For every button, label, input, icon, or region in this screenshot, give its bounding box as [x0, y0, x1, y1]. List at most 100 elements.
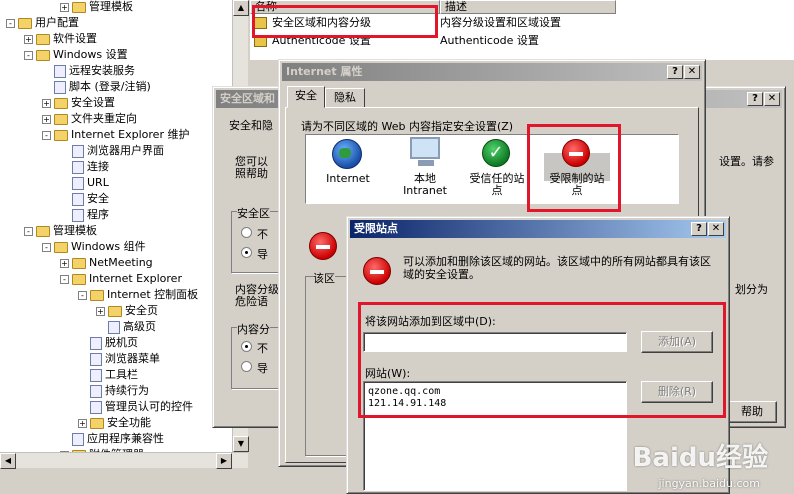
- help-title-button[interactable]: ?: [747, 92, 763, 106]
- tree-item[interactable]: + NetMeeting: [60, 255, 153, 271]
- policy-list[interactable]: 名称 描述 安全区域和内容分级 内容分级设置和区域设置 Authenticode…: [250, 0, 794, 60]
- zone-label-restricted[interactable]: 受限制的站 点: [544, 173, 610, 197]
- list-item[interactable]: Authenticode 设置: [254, 33, 371, 49]
- tree-item[interactable]: - 管理模板: [24, 223, 97, 239]
- tree-item-label: 管理模板: [89, 0, 133, 13]
- tree-item[interactable]: 连接: [60, 159, 109, 175]
- tree-item[interactable]: - Internet Explorer 维护: [42, 127, 189, 143]
- list-item-desc: 内容分级设置和区域设置: [440, 16, 561, 29]
- list-item-desc: Authenticode 设置: [440, 34, 539, 47]
- zone-label-internet[interactable]: Internet: [312, 173, 384, 185]
- radio-label: 导: [257, 362, 268, 375]
- close-icon[interactable]: ✕: [708, 222, 724, 236]
- tree-item-label: 程序: [87, 208, 109, 221]
- expand-icon[interactable]: +: [96, 306, 105, 316]
- expand-icon[interactable]: +: [60, 258, 69, 268]
- tree-item[interactable]: URL: [60, 175, 109, 191]
- folder-icon: [54, 129, 68, 141]
- collapse-icon[interactable]: -: [24, 226, 33, 236]
- tree-horizontal-scrollbar[interactable]: ◀ ▶: [0, 452, 248, 469]
- list-item[interactable]: 安全区域和内容分级: [254, 15, 371, 31]
- tree-item-label: Internet Explorer 维护: [71, 128, 190, 141]
- radio-option[interactable]: [241, 247, 252, 258]
- scroll-down-button[interactable]: ▼: [233, 436, 249, 452]
- tree-item[interactable]: - Internet 控制面板: [78, 287, 198, 303]
- collapse-icon[interactable]: -: [42, 130, 51, 140]
- list-header-name[interactable]: 名称: [250, 0, 440, 14]
- tree-item[interactable]: 浏览器用户界面: [60, 143, 164, 159]
- tree-item[interactable]: + 安全设置: [42, 95, 115, 111]
- list-item-name: 安全区域和内容分级: [272, 16, 371, 29]
- help-title-button[interactable]: ?: [691, 222, 707, 236]
- tree-item[interactable]: + 安全页: [96, 303, 158, 319]
- help-title-button[interactable]: ?: [667, 65, 683, 79]
- tree-item-label: Internet 控制面板: [107, 288, 199, 301]
- radio-option[interactable]: [241, 227, 252, 238]
- tab-security[interactable]: 安全: [287, 86, 325, 108]
- close-icon[interactable]: ✕: [764, 92, 780, 106]
- tree-item[interactable]: + 管理模板: [60, 0, 133, 15]
- list-item[interactable]: qzone.qq.com: [368, 386, 440, 397]
- expand-icon[interactable]: +: [24, 34, 33, 44]
- zone-list[interactable]: Internet 本地 Intranet ✓ 受信任的站 点 受限制的站 点: [305, 134, 679, 204]
- tree-item[interactable]: - Windows 设置: [24, 47, 128, 63]
- add-button[interactable]: 添加(A): [641, 331, 713, 353]
- tree-item[interactable]: 应用程序兼容性: [60, 431, 164, 447]
- tree-item[interactable]: 安全: [60, 191, 109, 207]
- tree-item-label: 用户配置: [35, 16, 79, 29]
- expand-icon[interactable]: +: [42, 114, 51, 124]
- radio-option[interactable]: [241, 361, 252, 372]
- lock-icon: [254, 17, 267, 29]
- tree-item[interactable]: + 安全功能: [78, 415, 151, 431]
- tree-item-label: 管理模板: [53, 224, 97, 237]
- collapse-icon[interactable]: -: [24, 50, 33, 60]
- tree-item[interactable]: 浏览器菜单: [78, 351, 160, 367]
- baidu-watermark: Baidu经验: [632, 443, 768, 473]
- tree-item[interactable]: - 用户配置: [6, 15, 79, 31]
- tree-item[interactable]: 脱机页: [78, 335, 138, 351]
- dialog-titlebar: 受限站点 ? ✕: [350, 220, 726, 238]
- scroll-up-button[interactable]: ▲: [233, 0, 249, 16]
- close-icon[interactable]: ✕: [684, 65, 700, 79]
- tree-item[interactable]: 管理员认可的控件: [78, 399, 193, 415]
- tree-item-label: 管理员认可的控件: [105, 400, 193, 413]
- collapse-icon[interactable]: -: [78, 290, 87, 300]
- sites-list[interactable]: qzone.qq.com 121.14.91.148: [363, 381, 627, 491]
- help-button[interactable]: 帮助: [727, 401, 777, 423]
- expand-icon[interactable]: +: [42, 98, 51, 108]
- tree-item[interactable]: 远程安装服务: [42, 63, 135, 79]
- tree-item[interactable]: + 文件夹重定向: [42, 111, 137, 127]
- tree-panel[interactable]: + 管理模板 - 用户配置 + 软件设置 - Windows 设置 远程安装服务 脚本 (登录/注…: [0, 0, 248, 468]
- tree-item[interactable]: 程序: [60, 207, 109, 223]
- scroll-right-button[interactable]: ▶: [216, 453, 232, 469]
- collapse-icon[interactable]: -: [60, 274, 69, 284]
- expand-icon[interactable]: +: [60, 2, 69, 12]
- folder-icon: [72, 1, 86, 13]
- expand-icon[interactable]: +: [78, 418, 87, 428]
- zone-label-intranet[interactable]: 本地 Intranet: [392, 173, 458, 197]
- tree-item[interactable]: 持续行为: [78, 383, 149, 399]
- intro-line: 照帮助: [235, 167, 268, 180]
- collapse-icon[interactable]: -: [6, 18, 15, 28]
- tree-item[interactable]: - Windows 组件: [42, 239, 146, 255]
- tab-privacy[interactable]: 隐私: [325, 88, 365, 108]
- radio-option[interactable]: [241, 341, 252, 352]
- tree-item[interactable]: 脚本 (登录/注销): [42, 79, 151, 95]
- zone-label-trusted[interactable]: 受信任的站 点: [464, 173, 530, 197]
- window-titlebar: Internet 属性 ? ✕: [282, 63, 702, 81]
- add-site-label: 将该网站添加到区域中(D):: [365, 315, 496, 328]
- remove-button[interactable]: 删除(R): [641, 381, 713, 403]
- folder-icon: [72, 257, 86, 269]
- scroll-left-button[interactable]: ◀: [0, 453, 16, 469]
- list-header-desc[interactable]: 描述: [440, 0, 616, 14]
- tree-item[interactable]: + 软件设置: [24, 31, 97, 47]
- tree-item[interactable]: 高级页: [96, 319, 156, 335]
- list-item[interactable]: 121.14.91.148: [368, 398, 446, 409]
- add-site-input[interactable]: [363, 332, 627, 352]
- stop-icon: [562, 139, 590, 167]
- tree-item-label: 软件设置: [53, 32, 97, 45]
- radio-label: 不: [257, 342, 268, 355]
- collapse-icon[interactable]: -: [42, 242, 51, 252]
- tree-item[interactable]: - Internet Explorer: [60, 271, 182, 287]
- tree-item[interactable]: 工具栏: [78, 367, 138, 383]
